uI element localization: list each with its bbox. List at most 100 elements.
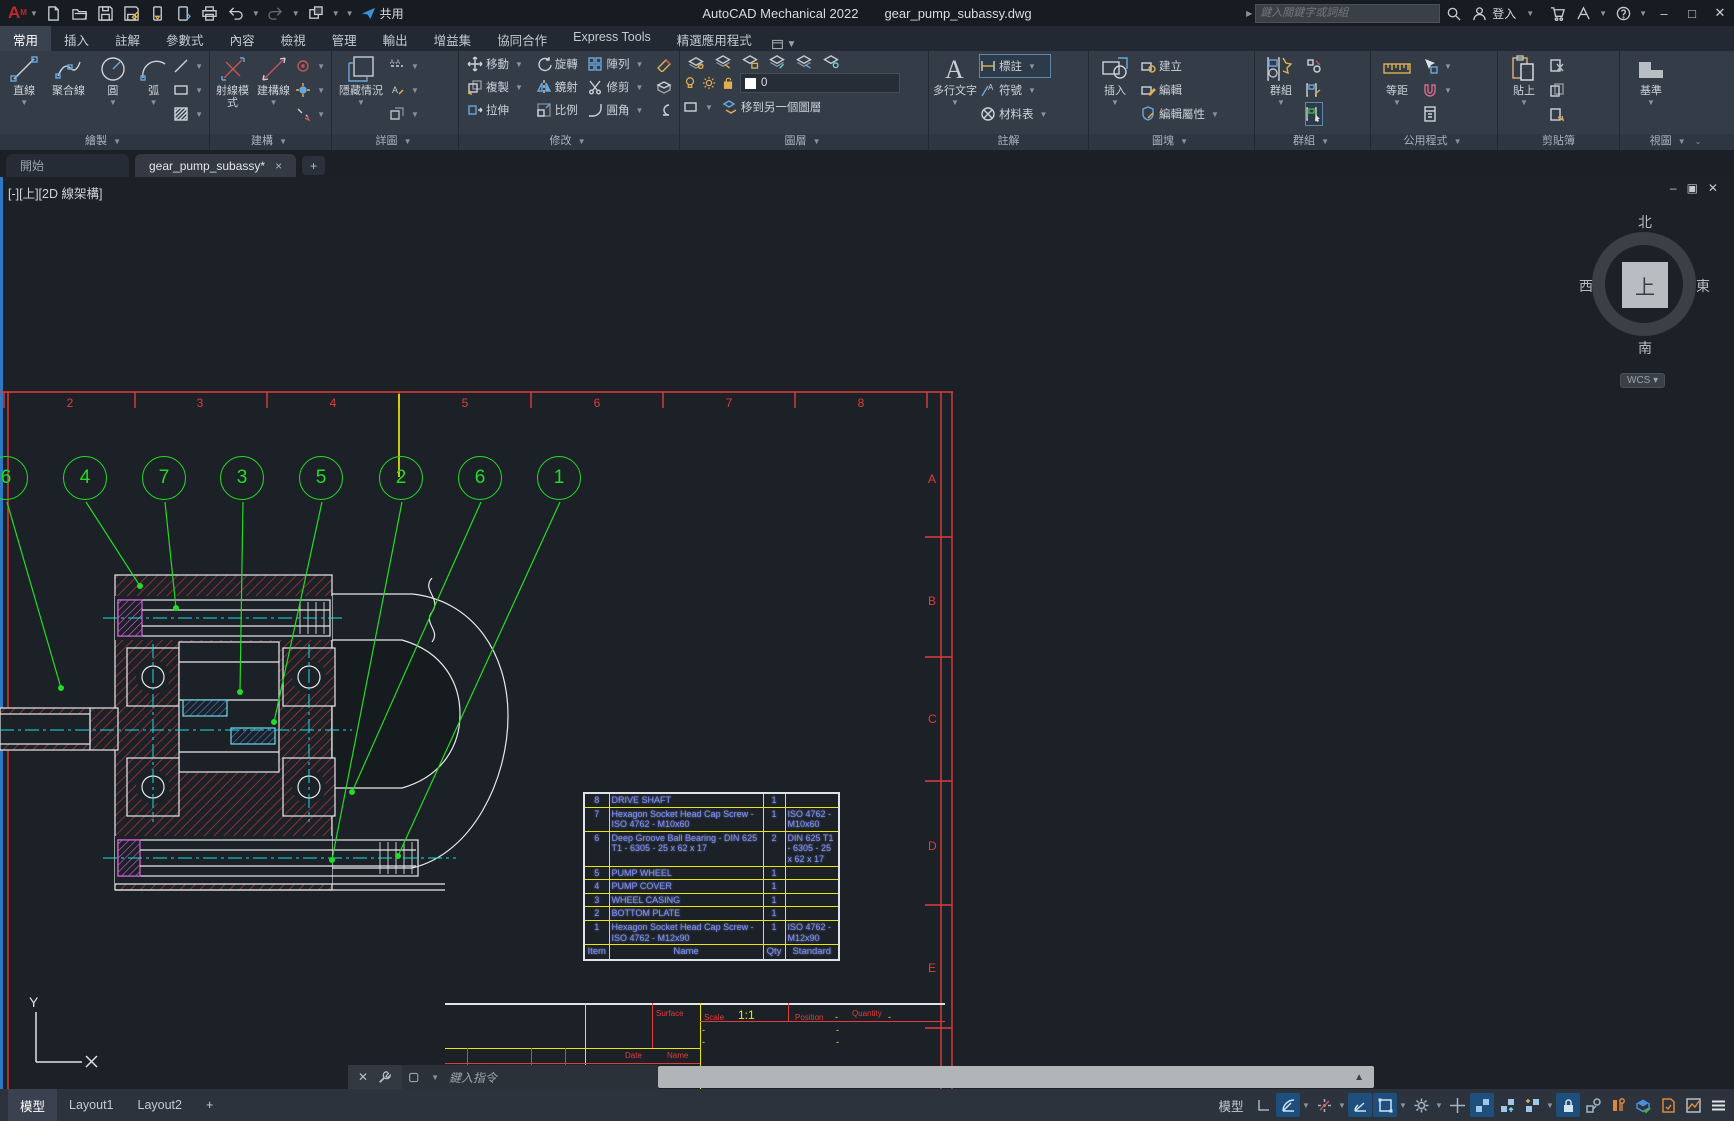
wcs-menu[interactable]: WCS ▾ — [1620, 373, 1665, 388]
viewcube-east[interactable]: 東 — [1696, 276, 1710, 296]
layout-tab-Layout1[interactable]: Layout1 — [57, 1089, 125, 1121]
qat-menu-icon[interactable]: ▼ — [346, 9, 354, 18]
ribbon-tab-精選應用程式[interactable]: 精選應用程式 — [664, 26, 765, 51]
rectangle-tool-button[interactable]: ▼ — [173, 79, 206, 101]
array-button[interactable]: 陣列▼ — [587, 53, 650, 75]
drawline-extra-button[interactable]: ▼ — [173, 55, 206, 77]
redo-icon[interactable] — [265, 3, 287, 23]
layer-off-icon[interactable] — [714, 54, 732, 69]
circle-button[interactable]: 圓▼ — [92, 53, 134, 109]
open-file-icon[interactable] — [69, 3, 91, 23]
dimension-button[interactable]: 標註▼ — [980, 55, 1050, 77]
annotation-scale-caret-icon[interactable]: ▼ — [1545, 1101, 1555, 1110]
group-edit-button[interactable] — [1306, 79, 1322, 101]
construction-line-button[interactable]: 建構線▼ — [254, 53, 293, 109]
explode-button[interactable] — [656, 76, 676, 98]
layer-match-icon[interactable] — [822, 54, 840, 69]
close-button[interactable]: ✕ — [1706, 5, 1734, 21]
annotation-autoscale-icon[interactable] — [1495, 1093, 1519, 1117]
scale-button[interactable]: 比例 — [536, 99, 582, 121]
help-icon[interactable] — [1612, 3, 1634, 23]
parts-list-row[interactable]: 8DRIVE SHAFT1 — [584, 793, 839, 807]
measure-button[interactable]: 等距▼ — [1374, 53, 1420, 109]
panel-title-draw[interactable]: 繪製 ▼ — [0, 134, 209, 150]
user-icon[interactable] — [1468, 3, 1490, 23]
copy-clip-button[interactable] — [1549, 79, 1565, 101]
command-close-icon[interactable]: ✕ — [358, 1070, 368, 1084]
search-input[interactable] — [1255, 4, 1440, 23]
offset-button[interactable] — [656, 99, 676, 121]
maximize-button[interactable]: □ — [1678, 6, 1706, 21]
layer-unlock-icon[interactable] — [721, 76, 735, 90]
hide-situation-button[interactable]: 隱藏情況▼ — [335, 53, 387, 109]
share-button[interactable]: 共用 — [361, 5, 404, 22]
panel-title-clipboard[interactable]: 剪貼簿 — [1498, 134, 1619, 150]
panel-title-detail[interactable]: 詳圖 ▼ — [332, 134, 458, 150]
polyline-button[interactable]: 聚合線 — [47, 53, 89, 97]
base-view-button[interactable]: 基準▼ — [1623, 53, 1679, 109]
autodesk-icon[interactable] — [1572, 3, 1594, 23]
annotation-scale-icon[interactable] — [1520, 1093, 1544, 1117]
panel-title-layers[interactable]: 圖層 ▼ — [680, 134, 928, 150]
panel-title-annotate[interactable]: 註解 — [929, 134, 1088, 150]
layer-select-combobox[interactable]: 0 — [740, 73, 900, 93]
workspace-icon[interactable] — [305, 3, 327, 23]
erase-button[interactable] — [656, 53, 676, 75]
fillet-button[interactable]: 圓角▼ — [587, 99, 650, 121]
ribbon-tab-參數式[interactable]: 參數式 — [153, 26, 217, 51]
object-snap-tracking-caret-icon[interactable]: ▼ — [1337, 1101, 1347, 1110]
paste-special-button[interactable] — [1549, 103, 1565, 125]
detail-edit-button[interactable]: ▼ — [389, 103, 422, 125]
hatch-tool-button[interactable]: ▼ — [173, 103, 206, 125]
viewcube[interactable]: 北 西 東 南 上 — [1584, 218, 1708, 358]
balloon-3[interactable]: 3 — [220, 456, 264, 500]
block-create-button[interactable]: 建立 — [1140, 55, 1222, 77]
sign-in-caret-icon[interactable]: ▼ — [1526, 9, 1534, 18]
gear-workspace-icon[interactable] — [1409, 1093, 1433, 1117]
detail-view-button[interactable]: A▼ — [389, 79, 422, 101]
ortho-mode-icon[interactable] — [1251, 1093, 1275, 1117]
command-input[interactable]: ▼ 鍵入指令 — [402, 1065, 658, 1089]
insert-block-button[interactable]: 插入▼ — [1092, 53, 1138, 109]
file-tab-close-icon[interactable]: × — [275, 159, 282, 173]
panel-title-modify[interactable]: 修改 ▼ — [459, 134, 679, 150]
detail-section-button[interactable]: A-A▼ — [389, 55, 422, 77]
app-menu-caret-icon[interactable]: ▼ — [30, 9, 38, 18]
rotate-button[interactable]: 旋轉 — [536, 53, 582, 75]
hardware-acceleration-icon[interactable] — [1631, 1093, 1655, 1117]
workspace-caret-icon[interactable]: ▼ — [332, 9, 340, 18]
quick-calculator-button[interactable] — [1422, 103, 1455, 125]
construct-erase-button[interactable]: ▼ — [295, 103, 328, 125]
ribbon-tab-協同合作[interactable]: 協同合作 — [484, 26, 560, 51]
layout-tab-模型[interactable]: 模型 — [8, 1089, 57, 1121]
layer-freeze-icon[interactable] — [768, 54, 786, 69]
parts-list-row[interactable]: 7Hexagon Socket Head Cap Screw - ISO 476… — [584, 807, 839, 831]
block-edit-button[interactable]: 編輯 — [1140, 79, 1222, 101]
command-history-up-icon[interactable]: ▲ — [1354, 1072, 1364, 1083]
undo-icon[interactable] — [225, 3, 247, 23]
balloon-2[interactable]: 2 — [379, 456, 423, 500]
ribbon-tab-輸出[interactable]: 輸出 — [370, 26, 421, 51]
ribbon-tab-增益集[interactable]: 增益集 — [421, 26, 485, 51]
polar-tracking-caret-icon[interactable]: ▼ — [1301, 1101, 1311, 1110]
parts-list-row[interactable]: 3WHEEL CASING1 — [584, 893, 839, 907]
arc-button[interactable]: 弧▼ — [136, 53, 171, 109]
plot-icon[interactable] — [199, 3, 221, 23]
construct-points-button[interactable]: ▼ — [295, 79, 328, 101]
line-button[interactable]: 直線▼ — [3, 53, 45, 109]
crosshair-icon[interactable] — [1445, 1093, 1469, 1117]
viewcube-north[interactable]: 北 — [1638, 212, 1652, 232]
recent-commands-icon[interactable] — [408, 1071, 421, 1084]
ribbon-tab-管理[interactable]: 管理 — [319, 26, 370, 51]
symbol-button[interactable]: A符號▼ — [980, 79, 1050, 101]
add-layout-button[interactable]: + — [194, 1089, 225, 1121]
command-line[interactable]: ✕ ▼ 鍵入指令 ▲ — [348, 1065, 1374, 1089]
save-as-icon[interactable] — [121, 3, 143, 23]
stretch-button[interactable]: 拉伸 — [467, 99, 530, 121]
annotation-monitor-icon[interactable] — [1581, 1093, 1605, 1117]
panel-title-utilities[interactable]: 公用程式 ▼ — [1371, 134, 1497, 150]
viewport-controls[interactable]: [-][上][2D 線架構] — [8, 183, 102, 202]
app-store-cart-icon[interactable] — [1546, 3, 1568, 23]
search-icon[interactable] — [1442, 3, 1464, 23]
group-button[interactable]: 群組▼ — [1258, 53, 1304, 109]
